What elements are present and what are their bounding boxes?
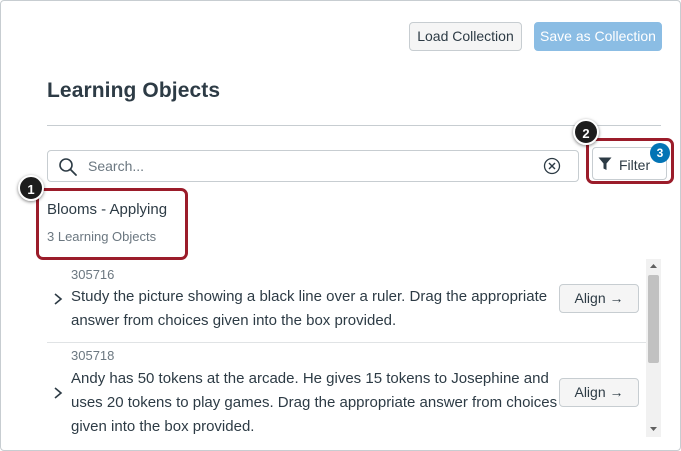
chevron-right-icon[interactable] bbox=[53, 293, 63, 305]
page-title: Learning Objects bbox=[47, 79, 221, 102]
scroll-up-arrow-icon[interactable] bbox=[646, 259, 661, 273]
item-id: 305718 bbox=[71, 348, 115, 363]
item-id: 305716 bbox=[71, 267, 115, 282]
scroll-thumb[interactable] bbox=[648, 275, 659, 363]
filter-label: Filter bbox=[619, 157, 651, 173]
list-scrollbar[interactable] bbox=[646, 259, 661, 437]
callout-marker-2: 2 bbox=[573, 119, 599, 145]
group-title: Blooms - Applying bbox=[47, 201, 168, 218]
callout-marker-1: 1 bbox=[18, 175, 44, 201]
group-count: 3 Learning Objects bbox=[47, 229, 157, 244]
group-highlight bbox=[36, 188, 188, 260]
search-box bbox=[47, 150, 579, 182]
align-button[interactable]: Align → bbox=[559, 284, 639, 313]
align-button[interactable]: Align → bbox=[559, 378, 639, 407]
search-input[interactable] bbox=[88, 153, 528, 179]
filter-icon bbox=[598, 157, 612, 170]
clear-icon[interactable] bbox=[543, 157, 561, 175]
learning-objects-panel: Load Collection Save as Collection Learn… bbox=[0, 0, 681, 451]
chevron-right-icon[interactable] bbox=[53, 387, 63, 399]
scroll-down-arrow-icon[interactable] bbox=[646, 422, 661, 436]
list-item: 305718 Andy has 50 tokens at the arcade.… bbox=[47, 343, 647, 439]
item-text: Andy has 50 tokens at the arcade. He giv… bbox=[71, 370, 558, 435]
list-item: 305716 Study the picture showing a black… bbox=[47, 259, 647, 343]
divider bbox=[47, 125, 661, 126]
search-icon bbox=[59, 158, 77, 176]
filter-count-badge: 3 bbox=[650, 143, 670, 163]
learning-objects-list: 305716 Study the picture showing a black… bbox=[47, 259, 661, 439]
load-collection-button[interactable]: Load Collection bbox=[409, 22, 522, 51]
save-as-collection-button[interactable]: Save as Collection bbox=[534, 22, 662, 51]
item-text: Study the picture showing a black line o… bbox=[71, 288, 548, 329]
